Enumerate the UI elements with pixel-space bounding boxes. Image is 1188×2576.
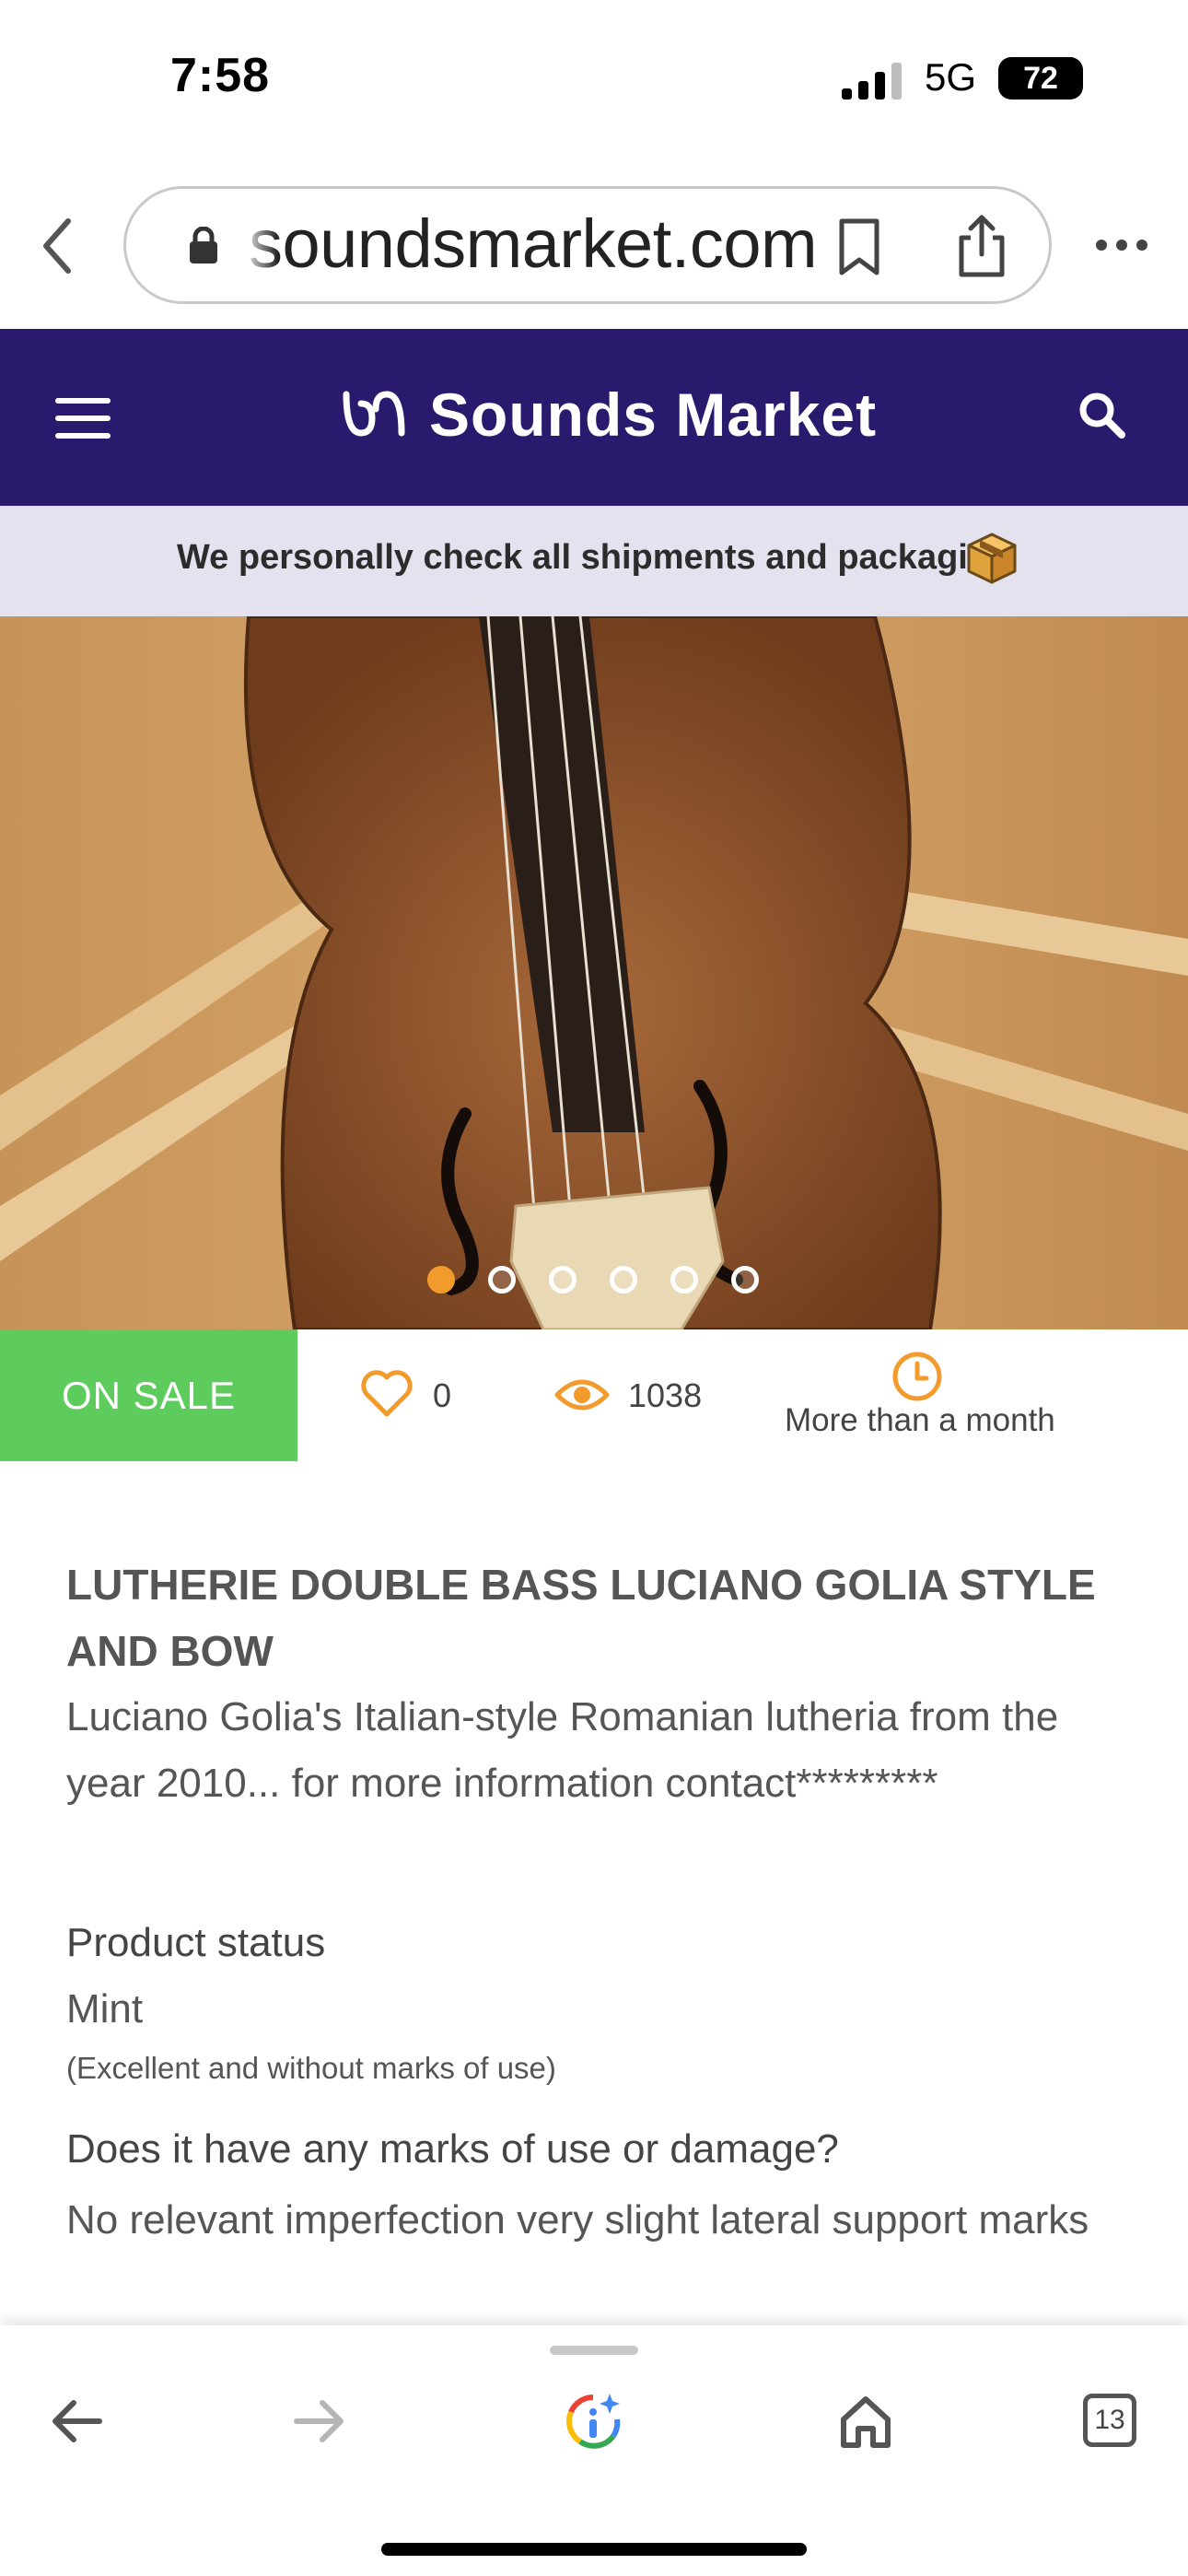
more-icon[interactable] [1094, 236, 1149, 254]
gallery-dot-6[interactable] [731, 1266, 759, 1294]
status-time: 7:58 [170, 49, 271, 102]
signal-icon [842, 63, 902, 100]
heart-icon[interactable] [361, 1370, 413, 1418]
google-lens-icon[interactable] [564, 2392, 623, 2451]
product-status-label: Product status [66, 1920, 326, 1965]
eye-icon [554, 1379, 610, 1411]
on-sale-badge: ON SALE [0, 1329, 297, 1461]
product-photo[interactable] [0, 616, 1188, 1329]
home-indicator [381, 2543, 807, 2556]
clock-icon [892, 1352, 942, 1401]
tabs-count-button[interactable]: 13 [1083, 2394, 1136, 2447]
network-label: 5G [925, 55, 977, 99]
package-icon [967, 533, 1017, 584]
browser-toolbar [0, 2325, 1188, 2576]
browser-back-icon[interactable] [37, 214, 77, 278]
marks-question: Does it have any marks of use or damage? [66, 2126, 839, 2172]
url-text[interactable]: soundsmarket.com [249, 205, 818, 283]
gallery-dot-5[interactable] [670, 1266, 698, 1294]
product-status-value: Mint [66, 1986, 144, 2032]
search-icon[interactable] [1077, 391, 1125, 439]
views-count: 1038 [628, 1376, 703, 1414]
gallery-dot-1[interactable] [427, 1266, 455, 1294]
product-description: Luciano Golia's Italian-style Romanian l… [66, 1694, 1059, 1806]
brand-logo-icon[interactable] [341, 387, 407, 440]
gallery-dot-3[interactable] [549, 1266, 577, 1294]
likes-count: 0 [433, 1376, 452, 1414]
menu-icon[interactable] [55, 398, 111, 439]
posted-time: More than a month [785, 1402, 1055, 1438]
product-status-note: (Excellent and without marks of use) [66, 2051, 556, 2085]
home-icon[interactable] [836, 2392, 895, 2451]
battery-indicator: 72 [998, 57, 1083, 100]
marks-answer: No relevant imperfection very slight lat… [66, 2197, 1089, 2242]
back-arrow-icon[interactable] [48, 2392, 107, 2451]
sheet-grabber[interactable] [550, 2346, 638, 2355]
lock-icon [190, 227, 217, 263]
gallery-dot-4[interactable] [610, 1266, 637, 1294]
forward-arrow-icon[interactable] [289, 2392, 348, 2451]
double-bass-image [0, 616, 1188, 1329]
url-fade [241, 203, 278, 286]
share-icon[interactable] [954, 214, 1009, 278]
notice-text: We personally check all shipments and pa… [177, 538, 1011, 577]
brand-name[interactable]: Sounds Market [429, 380, 877, 450]
bookmark-icon[interactable] [836, 217, 882, 276]
gallery-dot-2[interactable] [488, 1266, 516, 1294]
product-title: LUTHERIE DOUBLE BASS LUCIANO GOLIA STYLE… [66, 1561, 1096, 1675]
